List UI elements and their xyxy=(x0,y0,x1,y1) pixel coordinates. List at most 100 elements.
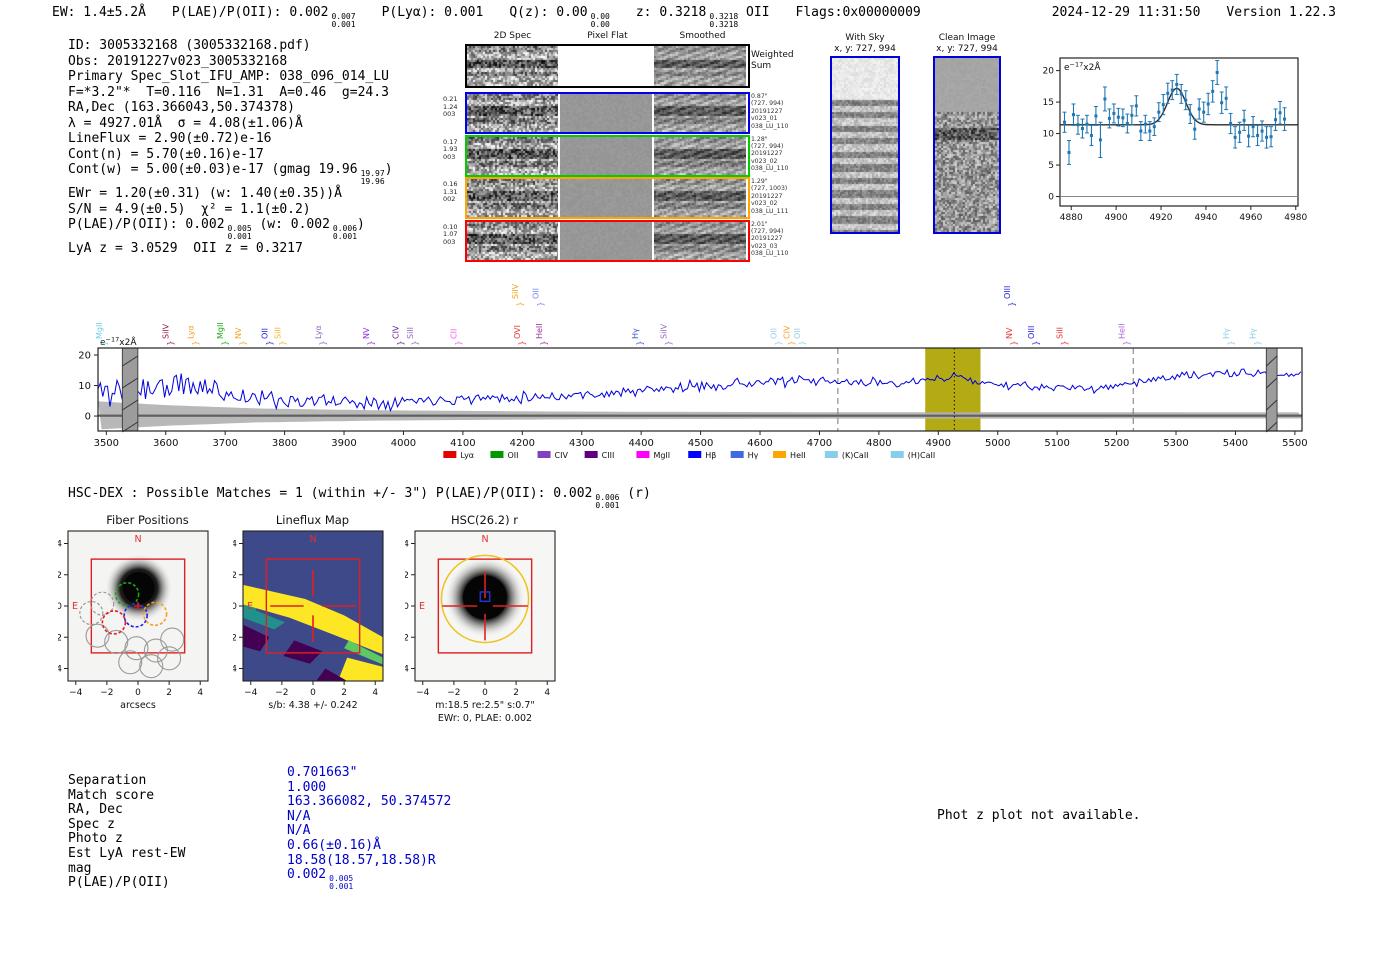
svg-text:4: 4 xyxy=(544,688,550,698)
svg-text:CIII: CIII xyxy=(602,451,615,460)
svg-text:Lyα: Lyα xyxy=(314,325,323,339)
svg-text:4700: 4700 xyxy=(807,438,832,449)
flags-value: Flags:0x00000009 xyxy=(796,5,921,29)
with-sky-title: With Sky xyxy=(820,33,910,43)
svg-text:EWr: 0, PLAE: 0.002: EWr: 0, PLAE: 0.002 xyxy=(438,713,532,724)
svg-text:{: { xyxy=(411,340,420,345)
svg-text:4600: 4600 xyxy=(747,438,772,449)
spec2d-row-left-labels: 0.101.07003 xyxy=(443,224,463,247)
svg-text:{: { xyxy=(1122,340,1131,345)
spec2d-row-left-labels: 0.171.93003 xyxy=(443,139,463,162)
svg-text:{: { xyxy=(100,340,109,345)
svg-text:{: { xyxy=(516,301,525,306)
svg-text:4200: 4200 xyxy=(510,438,535,449)
svg-text:{: { xyxy=(1032,340,1041,345)
spec2d-row-left-labels: 0.211.24003 xyxy=(443,96,463,119)
svg-text:2: 2 xyxy=(233,571,237,581)
detection-info-block: ID: 3005332168 (3005332168.pdf)Obs: 2019… xyxy=(68,38,393,257)
svg-text:CIV: CIV xyxy=(392,325,401,339)
spec2d-col-title-2: Pixel Flat xyxy=(560,31,655,41)
svg-text:OIII: OIII xyxy=(1003,286,1012,299)
svg-text:{: { xyxy=(636,340,645,345)
svg-text:N: N xyxy=(481,534,488,545)
svg-text:0: 0 xyxy=(310,688,316,698)
svg-text:{: { xyxy=(788,340,797,345)
svg-text:NV: NV xyxy=(362,327,371,339)
svg-text:4960: 4960 xyxy=(1239,213,1262,223)
clean-image xyxy=(935,58,999,232)
svg-text:−2: −2 xyxy=(233,633,237,643)
svg-text:4940: 4940 xyxy=(1194,213,1217,223)
svg-text:{: { xyxy=(221,340,230,345)
svg-text:OIII: OIII xyxy=(1027,326,1036,339)
svg-text:E: E xyxy=(247,601,253,612)
svg-text:{: { xyxy=(1008,301,1017,306)
svg-text:4880: 4880 xyxy=(1060,213,1083,223)
with-sky-image xyxy=(832,58,898,232)
header-meta: 2024-12-29 11:31:50 Version 1.22.3 xyxy=(1052,5,1336,20)
plae-poii-value: P(LAE)/P(OII): 0.0020.0070.001 xyxy=(172,5,356,29)
svg-text:5: 5 xyxy=(1048,161,1054,171)
svg-text:{: { xyxy=(1061,340,1070,345)
svg-text:{: { xyxy=(278,340,287,345)
svg-text:3700: 3700 xyxy=(212,438,237,449)
svg-text:OII: OII xyxy=(260,328,269,339)
svg-text:{: { xyxy=(518,340,527,345)
svg-text:{: { xyxy=(1227,340,1236,345)
svg-text:4: 4 xyxy=(405,540,409,550)
svg-text:3900: 3900 xyxy=(331,438,356,449)
z-value: z: 0.32180.32180.3218 OII xyxy=(636,5,770,29)
svg-text:{: { xyxy=(1010,340,1019,345)
svg-text:4900: 4900 xyxy=(1105,213,1128,223)
match-table-values: 0.701663"1.000163.366082, 50.374572N/AN/… xyxy=(287,766,451,891)
svg-text:−2: −2 xyxy=(405,633,409,643)
svg-text:0: 0 xyxy=(1048,193,1054,203)
svg-text:4300: 4300 xyxy=(569,438,594,449)
svg-text:HeII: HeII xyxy=(535,323,544,339)
spec2d-row xyxy=(465,177,750,219)
svg-text:4980: 4980 xyxy=(1284,213,1307,223)
svg-text:20: 20 xyxy=(1043,67,1055,77)
svg-text:SiII: SiII xyxy=(273,327,282,339)
svg-text:−4: −4 xyxy=(405,665,409,675)
svg-text:−4: −4 xyxy=(58,665,62,675)
main-spectrum-chart: 3500360037003800390040004100420043004400… xyxy=(60,255,1350,470)
spec2d-col-title-3: Smoothed xyxy=(655,31,750,41)
svg-text:MgII: MgII xyxy=(653,451,670,460)
svg-text:OII: OII xyxy=(770,328,779,339)
svg-text:4920: 4920 xyxy=(1150,213,1173,223)
svg-text:5200: 5200 xyxy=(1104,438,1129,449)
svg-text:−2: −2 xyxy=(100,688,113,698)
svg-text:0: 0 xyxy=(482,688,488,698)
svg-text:4: 4 xyxy=(197,688,203,698)
weighted-sum-label: Weighted Sum xyxy=(751,50,801,71)
svg-text:2: 2 xyxy=(166,688,172,698)
svg-text:0: 0 xyxy=(405,602,409,612)
svg-text:OII: OII xyxy=(531,288,540,299)
svg-text:NV: NV xyxy=(234,327,243,339)
svg-text:4: 4 xyxy=(372,688,378,698)
svg-text:10: 10 xyxy=(1043,130,1055,140)
svg-text:3600: 3600 xyxy=(153,438,178,449)
report-datetime: 2024-12-29 11:31:50 xyxy=(1052,5,1201,20)
svg-text:(K)CaII: (K)CaII xyxy=(842,451,869,460)
svg-text:3800: 3800 xyxy=(272,438,297,449)
spec2d-row xyxy=(465,135,750,177)
svg-text:arcsecs: arcsecs xyxy=(120,700,156,711)
svg-text:NV: NV xyxy=(1005,327,1014,339)
spec2d-row-right-labels: 1.29"(727, 1003)20191227v023_02038_LU_11… xyxy=(751,178,788,215)
with-sky-coords: x, y: 727, 994 xyxy=(820,44,910,54)
spec2d-row xyxy=(465,92,750,134)
spec2d-row-right-labels: 0.87"(727, 994)20191227v023_01038_LU_110 xyxy=(751,93,788,130)
svg-text:E: E xyxy=(72,601,78,612)
svg-text:Hγ: Hγ xyxy=(1249,328,1258,339)
svg-text:5100: 5100 xyxy=(1044,438,1069,449)
svg-text:E: E xyxy=(419,601,425,612)
hsc-r-chart: −4−4−2−2002244m:18.5 re:2.5" s:0.7"EWr: … xyxy=(405,524,573,734)
svg-text:4500: 4500 xyxy=(688,438,713,449)
svg-text:{: { xyxy=(367,340,376,345)
svg-text:SiIV: SiIV xyxy=(162,323,171,339)
svg-text:{: { xyxy=(239,340,248,345)
svg-text:5000: 5000 xyxy=(985,438,1010,449)
svg-text:OII: OII xyxy=(793,328,802,339)
